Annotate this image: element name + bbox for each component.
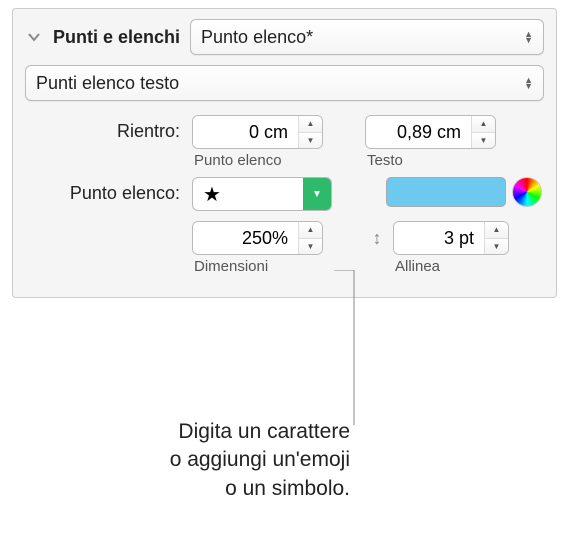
callout-text: Digita un carattere o aggiungi un'emoji … xyxy=(90,418,350,503)
callout-line: o aggiungi un'emoji xyxy=(90,446,350,474)
bullet-char-dropdown[interactable]: ★ ▼ xyxy=(192,177,332,211)
stepper-up[interactable]: ▲ xyxy=(472,116,495,133)
bullet-dropdown-button[interactable]: ▼ xyxy=(303,178,331,210)
color-swatch[interactable] xyxy=(386,177,506,207)
stepper-down[interactable]: ▼ xyxy=(299,133,322,149)
color-wheel-button[interactable] xyxy=(512,177,542,207)
bullet-label: Punto elenco: xyxy=(25,177,180,204)
bullets-lists-panel: Punti e elenchi Punto elenco* ▲▼ Punti e… xyxy=(12,8,557,298)
vertical-align-icon: ↕ xyxy=(365,221,389,255)
size-align-row: ▲ ▼ Dimensioni ↕ ▲ ▼ Allinea xyxy=(25,221,544,275)
callout-line: o un simbolo. xyxy=(90,475,350,503)
text-indent-sublabel: Testo xyxy=(367,152,403,169)
bullet-char-row: Punto elenco: ★ ▼ xyxy=(25,177,544,211)
callout-line: Digita un carattere xyxy=(90,418,350,446)
chevron-down-icon xyxy=(27,30,41,44)
bullet-indent-col: ▲ ▼ Punto elenco xyxy=(192,115,323,169)
size-stepper[interactable]: ▲ ▼ xyxy=(192,221,323,255)
stepper-up[interactable]: ▲ xyxy=(485,222,508,239)
section-title: Punti e elenchi xyxy=(53,27,180,48)
size-input[interactable] xyxy=(193,222,298,254)
bullet-char-field[interactable]: ★ xyxy=(193,182,303,207)
text-indent-col: ▲ ▼ Testo xyxy=(365,115,496,169)
header-row: Punti e elenchi Punto elenco* ▲▼ xyxy=(25,19,544,55)
align-input[interactable] xyxy=(394,222,484,254)
bullet-type-value: Punti elenco testo xyxy=(36,73,179,94)
list-style-value: Punto elenco* xyxy=(201,27,313,48)
bullet-indent-stepper[interactable]: ▲ ▼ xyxy=(192,115,323,149)
bullet-indent-input[interactable] xyxy=(193,116,298,148)
indent-label: Rientro: xyxy=(25,115,180,142)
stepper-up[interactable]: ▲ xyxy=(299,116,322,133)
size-col: ▲ ▼ Dimensioni xyxy=(192,221,323,275)
text-indent-stepper[interactable]: ▲ ▼ xyxy=(365,115,496,149)
updown-icon: ▲▼ xyxy=(524,31,533,43)
align-col: ↕ ▲ ▼ Allinea xyxy=(365,221,509,275)
bullet-type-popup[interactable]: Punti elenco testo ▲▼ xyxy=(25,65,544,101)
list-style-popup[interactable]: Punto elenco* ▲▼ xyxy=(190,19,544,55)
updown-icon: ▲▼ xyxy=(524,77,533,89)
indent-row: Rientro: ▲ ▼ Punto elenco ▲ ▼ Testo xyxy=(25,115,544,169)
stepper-up[interactable]: ▲ xyxy=(299,222,322,239)
stepper-down[interactable]: ▼ xyxy=(472,133,495,149)
text-indent-input[interactable] xyxy=(366,116,471,148)
align-stepper[interactable]: ▲ ▼ xyxy=(393,221,509,255)
bullet-color-controls xyxy=(386,177,542,207)
bullet-indent-sublabel: Punto elenco xyxy=(194,152,282,169)
align-sublabel: Allinea xyxy=(395,258,440,275)
stepper-down[interactable]: ▼ xyxy=(485,239,508,255)
size-sublabel: Dimensioni xyxy=(194,258,268,275)
stepper-down[interactable]: ▼ xyxy=(299,239,322,255)
disclosure-toggle[interactable] xyxy=(25,28,43,46)
